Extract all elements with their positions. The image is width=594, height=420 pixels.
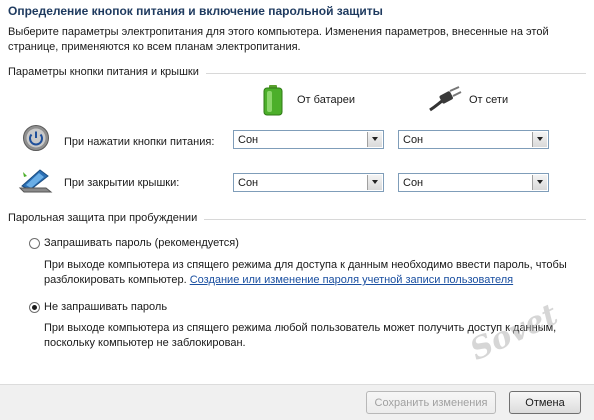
page-title: Определение кнопок питания и включение п… [8, 4, 383, 18]
power-button-battery-select[interactable]: Сон [233, 130, 384, 149]
chevron-down-icon[interactable] [532, 175, 547, 190]
require-password-note: При выходе компьютера из спящего режима … [44, 258, 584, 288]
power-button-ac-select[interactable]: Сон [398, 130, 549, 149]
power-group-label: Параметры кнопки питания и крышки [8, 66, 199, 78]
require-password-radio[interactable] [29, 238, 40, 249]
change-password-link[interactable]: Создание или изменение пароля учетной за… [190, 274, 513, 286]
select-value: Сон [403, 177, 424, 189]
power-button-row-label: При нажатии кнопки питания: [64, 136, 215, 148]
chevron-down-icon[interactable] [367, 175, 382, 190]
column-ac-label: От сети [469, 94, 509, 106]
lid-close-row-label: При закрытии крышки: [64, 177, 180, 189]
page-description: Выберите параметры электропитания для эт… [8, 26, 549, 53]
chevron-down-icon[interactable] [532, 132, 547, 147]
password-group-label: Парольная защита при пробуждении [8, 212, 198, 224]
column-battery-label: От батареи [297, 94, 355, 106]
chevron-down-icon[interactable] [367, 132, 382, 147]
lid-close-battery-select[interactable]: Сон [233, 173, 384, 192]
no-password-label[interactable]: Не запрашивать пароль [44, 301, 167, 313]
select-value: Сон [238, 134, 259, 146]
power-button-icon [22, 124, 50, 155]
select-value: Сон [403, 134, 424, 146]
no-password-radio[interactable] [29, 302, 40, 313]
sovet-watermark: Sovet [464, 297, 564, 368]
cancel-button[interactable]: Отмена [509, 391, 581, 414]
save-changes-button[interactable]: Сохранить изменения [366, 391, 496, 414]
power-plug-icon [428, 86, 462, 115]
select-value: Сон [238, 177, 259, 189]
require-password-label[interactable]: Запрашивать пароль (рекомендуется) [44, 237, 239, 249]
password-group-divider [204, 219, 586, 220]
battery-icon [262, 84, 284, 119]
power-group-divider [206, 73, 586, 74]
laptop-lid-icon [18, 166, 54, 197]
lid-close-ac-select[interactable]: Сон [398, 173, 549, 192]
footer-bar: Сохранить изменения Отмена [0, 384, 594, 420]
